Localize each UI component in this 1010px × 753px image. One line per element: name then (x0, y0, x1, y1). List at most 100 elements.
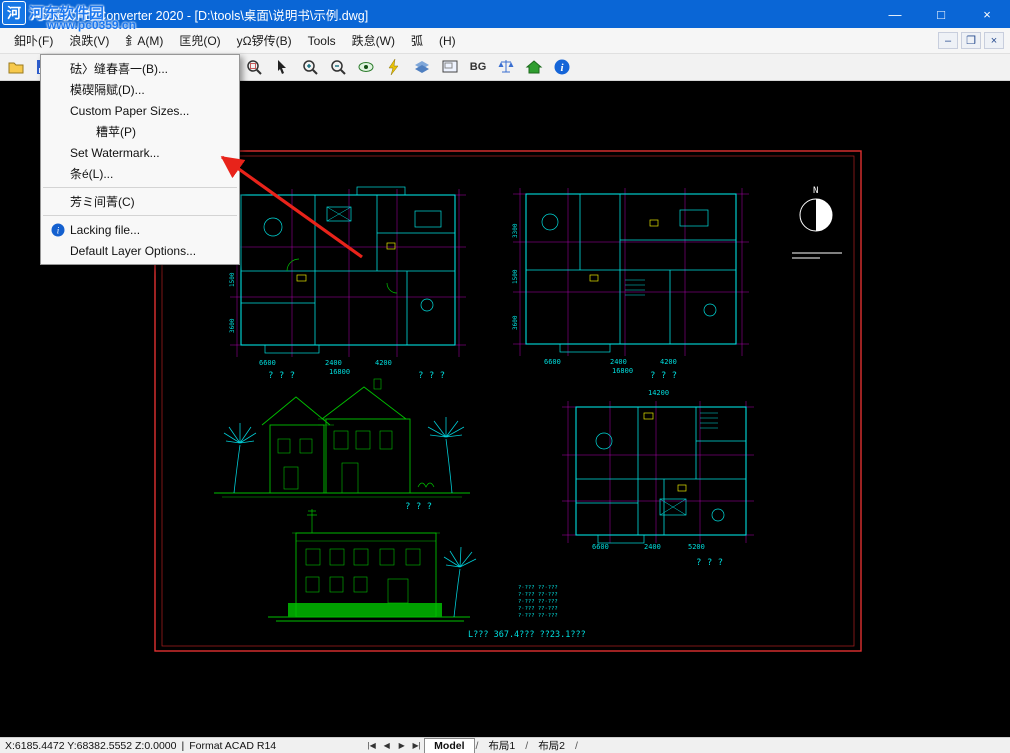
menu-batch[interactable]: yΩ锣传(B) (229, 28, 300, 53)
dim-total-text: 16800 (612, 367, 633, 375)
menu-item-d[interactable]: 模碶隔赋(D)... (41, 79, 239, 100)
dim-text: 4200 (660, 358, 677, 366)
legend-line: ?·??? ??·??? (518, 606, 558, 612)
menu-item-l[interactable]: 条é(L)... (41, 163, 239, 184)
dim-text: 5200 (688, 543, 705, 551)
drawing-border-inner (162, 156, 854, 646)
viewport-button[interactable] (438, 56, 462, 78)
zoom-window-icon (245, 58, 263, 76)
last-tab-button[interactable]: ▶| (409, 741, 424, 750)
garbled-text: ? ? ? (268, 371, 295, 381)
palm-tree (444, 547, 476, 617)
zoom-out-icon (329, 58, 347, 76)
floor-plan-top-left: 6600 2400 4200 16800 3300 1500 3600 (229, 187, 466, 376)
dim-text: 2400 (644, 543, 661, 551)
garbled-text: ? ? ? (650, 371, 677, 381)
tab-layout1[interactable]: 布局1 (479, 738, 524, 753)
info-icon: i (51, 223, 65, 237)
app-window: Acme CAD Converter 2020 - [D:\tools\桌面\说… (0, 0, 1010, 753)
menu-item-default-layer-options[interactable]: Default Layer Options... (41, 240, 239, 261)
menu-item-p[interactable]: 糟苹(P) (41, 121, 239, 142)
context-menu: 砝〉缝春喜一(B)... 模碶隔赋(D)... Custom Paper Siz… (40, 54, 240, 265)
north-symbol: N (792, 186, 842, 258)
statusbar: X:6185.4472 Y:68382.5552 Z:0.0000 | Form… (0, 737, 1010, 753)
menu-separator (43, 215, 237, 216)
window-controls: — □ × (872, 0, 1010, 28)
menu-item-gutter: i (46, 223, 70, 237)
menu-window[interactable]: 跌怠(W) (344, 28, 403, 53)
statusbar-divider: | (181, 740, 184, 752)
dim-text: 4200 (375, 359, 392, 367)
floor-plan-bottom-right: 14200 6600 2400 5200 ? ? ? (562, 389, 754, 568)
house-elevation-side (268, 509, 476, 621)
menu-tools[interactable]: Tools (300, 30, 344, 52)
menu-separator (43, 187, 237, 188)
house-elevation-front (214, 379, 470, 497)
open-button[interactable] (4, 56, 28, 78)
dim-text: 2400 (325, 359, 342, 367)
maximize-button[interactable]: □ (918, 0, 964, 28)
menu-arc[interactable]: 弧 (403, 28, 431, 53)
format-readout: Format ACAD R14 (189, 740, 276, 752)
menu-help[interactable]: (H) (431, 30, 464, 52)
mdi-minimize-button[interactable]: – (938, 32, 958, 49)
menu-item-c[interactable]: 芳ミ间菁(C) (41, 191, 239, 212)
menu-options[interactable]: 匡兜(O) (171, 28, 228, 53)
select-button[interactable] (270, 56, 294, 78)
garbled-text: ? ? ? (696, 558, 723, 568)
dim-top-text: 14200 (648, 389, 669, 397)
quick-convert-button[interactable] (382, 56, 406, 78)
first-tab-button[interactable]: |◀ (364, 741, 379, 750)
menu-item-b[interactable]: 砝〉缝春喜一(B)... (41, 58, 239, 79)
menu-file[interactable]: 鈤卟(F) (6, 28, 61, 53)
mdi-close-button[interactable]: × (984, 32, 1004, 49)
scales-icon (497, 58, 515, 76)
dim-text: 2400 (610, 358, 627, 366)
legend-line: ?·??? ??·??? (518, 599, 558, 605)
tab-layout2[interactable]: 布局2 (529, 738, 574, 753)
mdi-controls: – ❐ × (938, 32, 1004, 49)
home-icon (525, 58, 543, 76)
north-label: N (813, 186, 818, 196)
menu-item-lacking-file[interactable]: i Lacking file... (41, 219, 239, 240)
scale-button[interactable] (494, 56, 518, 78)
legend-line: ?·??? ??·??? (518, 592, 558, 598)
mdi-restore-button[interactable]: ❐ (961, 32, 981, 49)
drawing-border (155, 151, 861, 651)
close-button[interactable]: × (964, 0, 1010, 28)
dim-text: 6600 (544, 358, 561, 366)
tab-model[interactable]: Model (424, 738, 474, 753)
layers-icon (413, 58, 431, 76)
menu-m[interactable]: 釒A(M) (117, 28, 171, 53)
dim-text: 6600 (592, 543, 609, 551)
lightning-icon (385, 58, 403, 76)
eye-icon (357, 58, 375, 76)
cursor-icon (273, 58, 291, 76)
coordinates-readout: X:6185.4472 Y:68382.5552 Z:0.0000 (5, 740, 176, 752)
zoom-in-button[interactable] (298, 56, 322, 78)
menubar: 鈤卟(F) 浪跌(V) 釒A(M) 匡兜(O) yΩ锣传(B) Tools 跌怠… (0, 28, 1010, 54)
title-block-text: L??? 367.4??? ??23.1??? (468, 630, 586, 640)
home-view-button[interactable] (522, 56, 546, 78)
viewport-icon (441, 58, 459, 76)
zoom-window-button[interactable] (242, 56, 266, 78)
layers-button[interactable] (410, 56, 434, 78)
prev-tab-button[interactable]: ◀ (379, 741, 394, 750)
next-tab-button[interactable]: ▶ (394, 741, 409, 750)
legend-line: ?·??? ??·??? (518, 585, 558, 591)
bg-toggle-button-2[interactable]: BG (466, 56, 490, 78)
view-button[interactable] (354, 56, 378, 78)
menu-item-set-watermark[interactable]: Set Watermark... (41, 142, 239, 163)
menu-view[interactable]: 浪跌(V) (61, 28, 117, 53)
dim-total-text: 16800 (329, 368, 350, 376)
dim-text-vertical: 3600 (512, 315, 519, 330)
window-title: Acme CAD Converter 2020 - [D:\tools\桌面\说… (32, 5, 368, 24)
legend-line: ?·??? ??·??? (518, 613, 558, 619)
minimize-button[interactable]: — (872, 0, 918, 28)
menu-item-custom-paper-sizes[interactable]: Custom Paper Sizes... (41, 100, 239, 121)
about-button[interactable]: i (550, 56, 574, 78)
open-folder-icon (7, 58, 25, 76)
zoom-out-button[interactable] (326, 56, 350, 78)
dim-text-vertical: 1500 (229, 272, 236, 287)
dim-text-vertical: 1500 (512, 269, 519, 284)
